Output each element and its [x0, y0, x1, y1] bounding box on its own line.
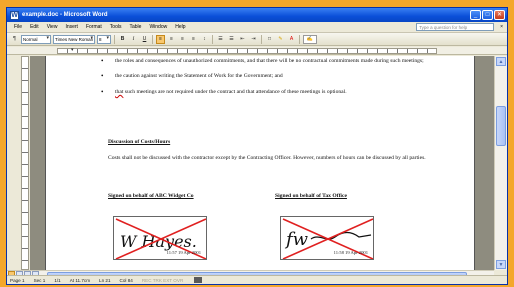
numbering-icon[interactable]: ☰	[216, 35, 225, 44]
signature-box-left[interactable]: W Hayes. 11:57 19 Apr 2001	[113, 216, 207, 260]
signature-heading-left: Signed on behalf of ABC Widget Co	[108, 193, 194, 199]
signature-tool-icon[interactable]: ✍	[303, 34, 317, 44]
maximize-button[interactable]: □	[482, 10, 493, 20]
menu-view[interactable]: View	[43, 24, 62, 30]
toolbar-separator	[261, 34, 262, 44]
section-heading: Discussion of Costs/Hours	[108, 139, 171, 145]
status-modes: REC TRK EXT OVR	[141, 277, 184, 283]
menu-edit[interactable]: Edit	[26, 24, 43, 30]
bullet-list: the roles and consequences of unauthoriz…	[101, 58, 431, 104]
italic-button[interactable]: I	[129, 35, 138, 44]
left-margin-bar	[7, 56, 20, 270]
list-item: the caution against writing the Statemen…	[101, 73, 431, 81]
close-document-icon[interactable]: ×	[500, 24, 503, 30]
menu-window[interactable]: Window	[145, 24, 171, 30]
word-app-icon: W	[10, 10, 19, 20]
line-spacing-icon[interactable]: ↕	[200, 35, 209, 44]
list-item: the roles and consequences of unauthoriz…	[101, 58, 431, 66]
highlight-icon[interactable]: ✎	[276, 35, 285, 44]
styles-pane-icon[interactable]: ¶	[10, 35, 19, 44]
formatting-toolbar: ¶ Normal Times New Roman 8 B I U ≡ ≡ ≡ ≡…	[7, 33, 507, 46]
menu-format[interactable]: Format	[82, 24, 106, 30]
justify-icon[interactable]: ≡	[189, 35, 198, 44]
document-area[interactable]: the roles and consequences of unauthoriz…	[30, 56, 496, 270]
toolbar-separator	[152, 34, 153, 44]
menu-file[interactable]: File	[10, 24, 26, 30]
scroll-thumb[interactable]	[496, 106, 506, 146]
menu-insert[interactable]: Insert	[61, 24, 82, 30]
vertical-scrollbar[interactable]: ▲ ▼	[494, 56, 507, 270]
decrease-indent-icon[interactable]: ⇤	[238, 35, 247, 44]
scroll-down-icon[interactable]: ▼	[496, 260, 506, 269]
menu-tools[interactable]: Tools	[106, 24, 126, 30]
signature-heading-right: Signed on behalf of Tax Office	[275, 193, 347, 199]
window-title: example.doc - Microsoft Word	[22, 12, 108, 18]
toolbar-separator	[299, 34, 300, 44]
toolbar-separator	[212, 34, 213, 44]
status-pages: 1/1	[54, 277, 61, 283]
word-window: W example.doc - Microsoft Word _ □ ✕ Fil…	[6, 7, 508, 285]
ruler-scale	[57, 48, 437, 54]
border-icon[interactable]: □	[265, 35, 274, 44]
font-color-icon[interactable]: A	[287, 35, 296, 44]
menu-bar: File Edit View Insert Format Tools Table…	[7, 22, 507, 33]
align-right-icon[interactable]: ≡	[178, 35, 187, 44]
status-page: Page 1	[10, 277, 25, 283]
status-bar: Page 1 Sec 1 1/1 At 11.7cm Ln 21 Col 84 …	[7, 275, 507, 284]
horizontal-ruler[interactable]: ▾	[7, 47, 507, 55]
signature-timestamp-right: 11:58 19 Apr 2001	[333, 249, 368, 255]
font-select[interactable]: Times New Roman	[53, 34, 95, 44]
indent-marker-icon[interactable]: ▾	[71, 47, 74, 53]
status-line: Ln 21	[99, 277, 111, 283]
list-item-text: such meetings are not required under the…	[123, 88, 347, 95]
list-item: that such meetings are not required unde…	[101, 88, 431, 97]
align-center-icon[interactable]: ≡	[167, 35, 176, 44]
menu-table[interactable]: Table	[125, 24, 145, 30]
title-bar[interactable]: W example.doc - Microsoft Word _ □ ✕	[7, 8, 507, 22]
close-button[interactable]: ✕	[494, 10, 505, 20]
status-at: At 11.7cm	[69, 277, 91, 283]
font-size-select[interactable]: 8	[97, 34, 111, 44]
style-select[interactable]: Normal	[21, 34, 51, 44]
underline-button[interactable]: U	[140, 35, 149, 44]
scroll-up-icon[interactable]: ▲	[496, 57, 506, 66]
vertical-ruler	[21, 56, 29, 270]
body-paragraph: Costs shall not be discussed with the co…	[108, 155, 426, 161]
status-section: Sec 1	[33, 277, 46, 283]
help-search-input[interactable]: Type a question for help	[416, 23, 495, 31]
increase-indent-icon[interactable]: ⇥	[249, 35, 258, 44]
menu-help[interactable]: Help	[171, 24, 189, 30]
toolbar-separator	[114, 34, 115, 44]
signature-box-right[interactable]: fw 11:58 19 Apr 2001	[280, 216, 374, 260]
minimize-button[interactable]: _	[470, 10, 481, 20]
bullets-icon[interactable]: ☰	[227, 35, 236, 44]
bold-button[interactable]: B	[118, 35, 127, 44]
align-left-icon[interactable]: ≡	[156, 34, 165, 44]
handwritten-signature-right: fw	[284, 229, 309, 250]
status-column: Col 84	[119, 277, 133, 283]
spelling-status-icon[interactable]	[194, 277, 203, 283]
signature-timestamp-left: 11:57 19 Apr 2001	[166, 249, 201, 255]
document-page[interactable]: the roles and consequences of unauthoriz…	[45, 56, 475, 270]
